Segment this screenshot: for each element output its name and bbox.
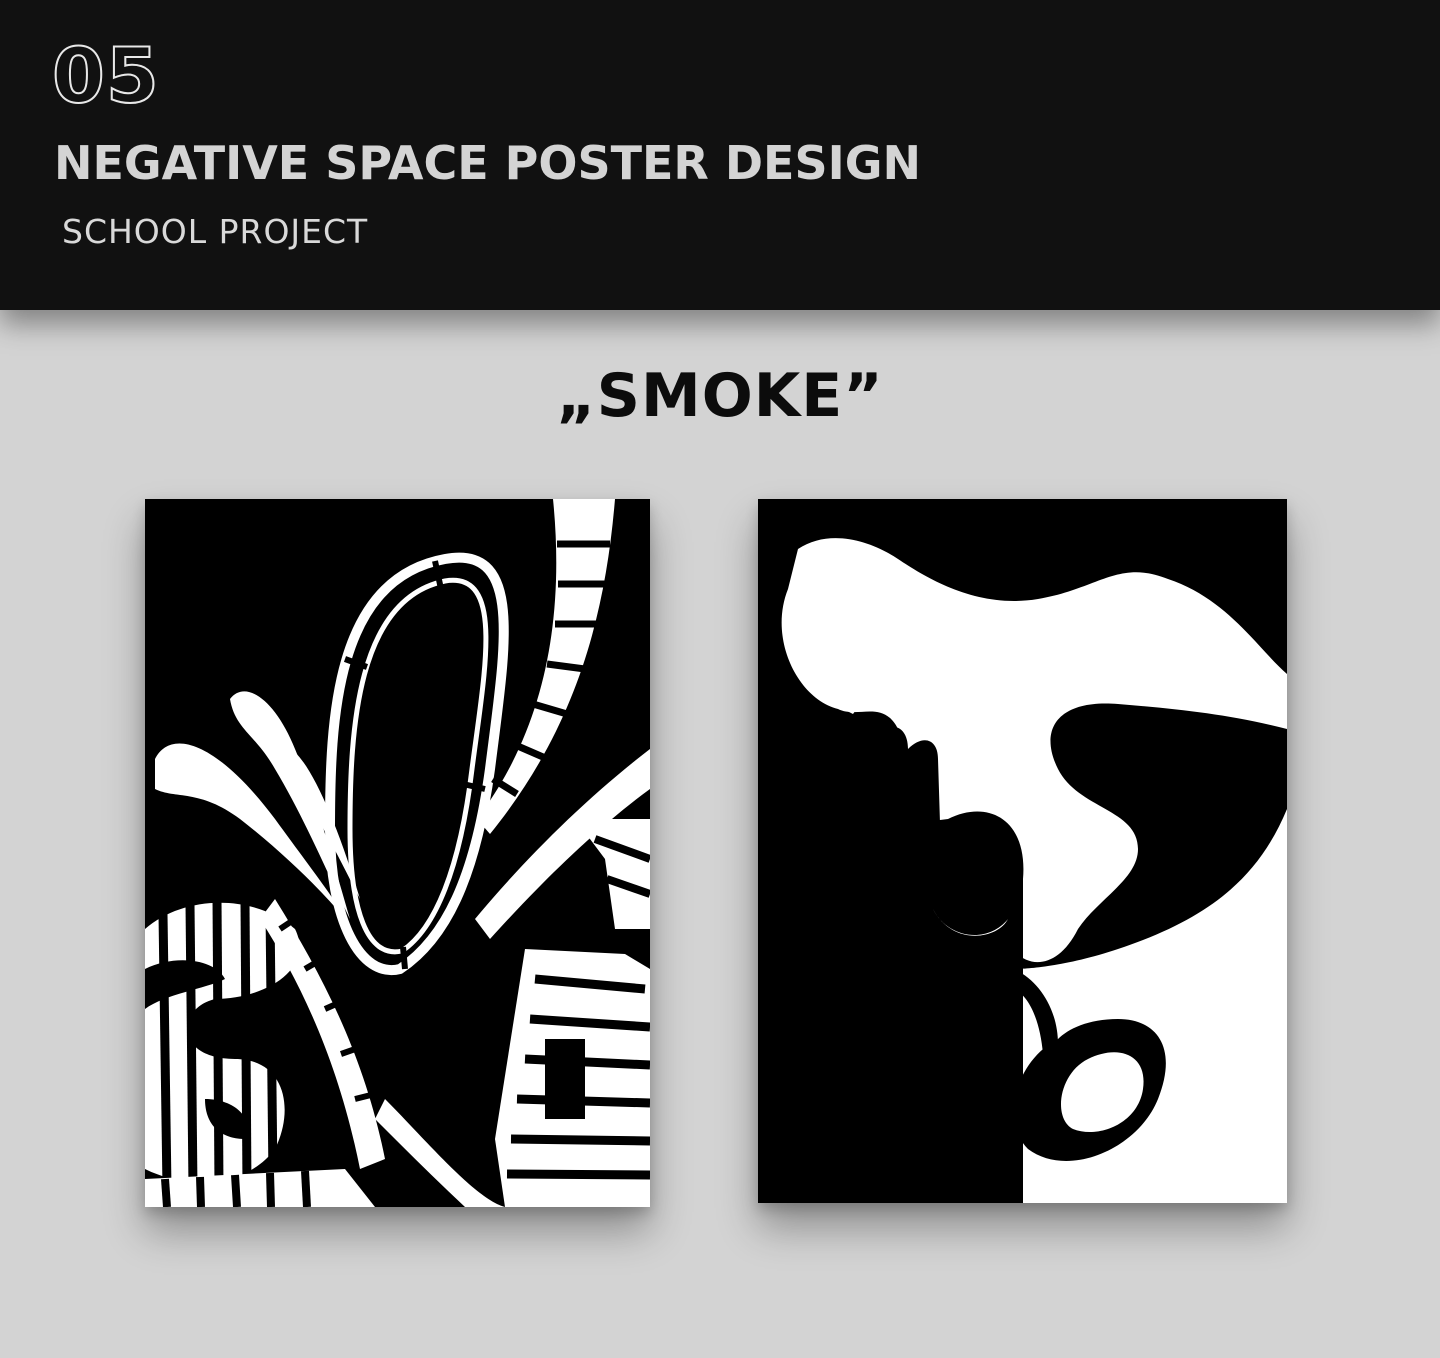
project-title: NEGATIVE SPACE POSTER DESIGN <box>54 136 921 190</box>
poster-right <box>758 499 1287 1203</box>
poster-left <box>145 499 650 1207</box>
smoke-hand-artwork <box>758 499 1287 1203</box>
project-subtitle: SCHOOL PROJECT <box>62 212 369 251</box>
poster-title: „SMOKE” <box>556 361 884 431</box>
project-number: 05 <box>51 31 160 120</box>
header-banner: 05 NEGATIVE SPACE POSTER DESIGN SCHOOL P… <box>0 0 1440 310</box>
graffiti-lettering-artwork <box>145 499 650 1207</box>
